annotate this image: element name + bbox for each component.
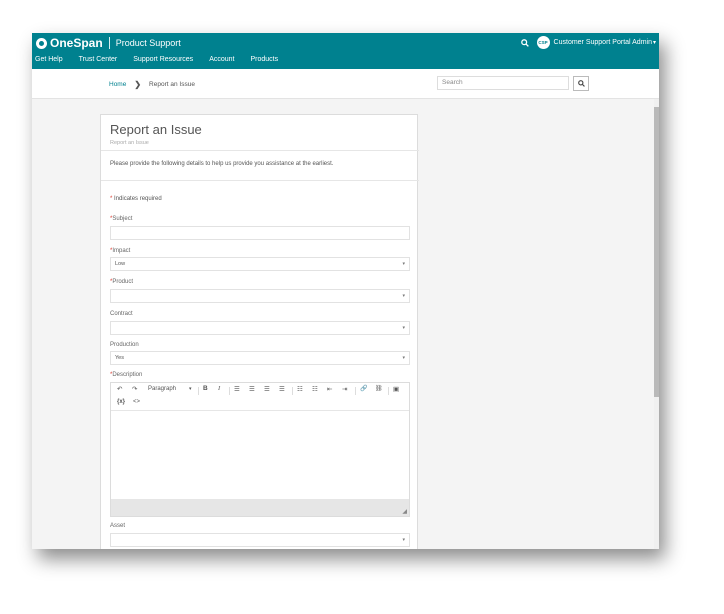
- contract-select[interactable]: ▾: [110, 321, 410, 335]
- form-description: Please provide the following details to …: [110, 161, 334, 167]
- required-mark: *: [110, 196, 113, 202]
- bold-icon[interactable]: B: [203, 385, 208, 392]
- paragraph-format-select[interactable]: Paragraph: [148, 386, 176, 392]
- editor-statusbar: ◢: [111, 499, 409, 516]
- subject-label: *Subject: [110, 216, 132, 222]
- production-value: Yes: [115, 355, 124, 361]
- page-title: Report an Issue: [110, 122, 202, 137]
- nav-account[interactable]: Account: [209, 56, 234, 63]
- subject-input[interactable]: [110, 226, 410, 240]
- chevron-down-icon[interactable]: ▾: [653, 39, 656, 46]
- chevron-down-icon: ▾: [402, 355, 405, 361]
- resize-handle-icon[interactable]: ◢: [402, 508, 407, 515]
- asset-label: Asset: [110, 523, 126, 529]
- chevron-right-icon: ❯: [134, 80, 142, 89]
- unlink-icon[interactable]: ⛓: [375, 385, 383, 392]
- product-support-title: Product Support: [115, 38, 181, 48]
- nav-get-help[interactable]: Get Help: [35, 56, 63, 63]
- align-left-icon[interactable]: ☰: [234, 385, 240, 393]
- description-label: *Description: [110, 372, 142, 378]
- numbered-list-icon[interactable]: ☷: [312, 385, 318, 393]
- breadcrumb-current: Report an Issue: [149, 81, 195, 88]
- code-icon[interactable]: <>: [133, 399, 140, 405]
- editor-toolbar: ↶ ↷ Paragraph ▾ B I ☰ ☰ ☰ ☰ ☷ ☷ ⇤ ⇥ 🔗 ⛓: [111, 383, 409, 411]
- search-icon[interactable]: [519, 37, 531, 49]
- undo-icon[interactable]: ↶: [117, 385, 122, 393]
- align-justify-icon[interactable]: ☰: [279, 385, 285, 393]
- impact-label-text: Impact: [112, 248, 131, 254]
- bullet-list-icon[interactable]: ☷: [297, 385, 303, 393]
- toolbar-divider: [229, 387, 230, 395]
- production-select[interactable]: Yes ▾: [110, 351, 410, 365]
- chevron-down-icon[interactable]: ▾: [189, 386, 192, 392]
- main-nav: Get Help Trust Center Support Resources …: [32, 56, 294, 63]
- align-center-icon[interactable]: ☰: [249, 385, 255, 393]
- top-navigation-bar: OneSpan Product Support CSP Customer Sup…: [32, 33, 659, 69]
- asset-select[interactable]: ▾: [110, 533, 410, 547]
- toolbar-divider: [292, 387, 293, 395]
- impact-select[interactable]: Low ▾: [110, 257, 410, 271]
- product-label: *Product: [110, 279, 133, 285]
- report-issue-form: Report an Issue Report an Issue Please p…: [100, 114, 419, 549]
- breadcrumb: Home ❯ Report an Issue: [109, 80, 195, 89]
- description-editor: ↶ ↷ Paragraph ▾ B I ☰ ☰ ☰ ☰ ☷ ☷ ⇤ ⇥ 🔗 ⛓: [110, 382, 410, 517]
- toolbar-divider: [388, 387, 389, 395]
- chevron-down-icon: ▾: [402, 261, 405, 267]
- outdent-icon[interactable]: ⇤: [327, 385, 332, 393]
- brand-name: OneSpan: [50, 36, 103, 50]
- align-right-icon[interactable]: ☰: [264, 385, 270, 393]
- impact-label: *Impact: [110, 248, 130, 254]
- page-scrollbar-thumb[interactable]: [654, 107, 659, 397]
- logo-divider: [108, 37, 110, 49]
- italic-icon[interactable]: I: [218, 385, 220, 392]
- browser-frame: OneSpan Product Support CSP Customer Sup…: [32, 33, 659, 549]
- product-select[interactable]: ▾: [110, 289, 410, 303]
- header-actions: CSP Customer Support Portal Admin ▾: [519, 36, 656, 49]
- nav-trust-center[interactable]: Trust Center: [79, 56, 118, 63]
- user-menu[interactable]: Customer Support Portal Admin: [554, 39, 652, 46]
- description-textarea[interactable]: [111, 411, 409, 499]
- required-note-text: Indicates required: [114, 196, 162, 202]
- image-icon[interactable]: ▣: [393, 385, 399, 393]
- page-subtitle: Report an Issue: [110, 140, 149, 146]
- toolbar-divider: [198, 387, 199, 395]
- user-avatar[interactable]: CSP: [536, 36, 550, 49]
- breadcrumb-bar: Home ❯ Report an Issue Search: [32, 69, 659, 99]
- chevron-down-icon: ▾: [402, 293, 405, 299]
- subject-label-text: Subject: [112, 216, 133, 222]
- variable-icon[interactable]: {x}: [117, 399, 125, 405]
- contract-label: Contract: [110, 311, 133, 317]
- search-icon: [577, 80, 585, 87]
- nav-products[interactable]: Products: [250, 56, 278, 63]
- description-label-text: Description: [112, 372, 143, 378]
- search-input[interactable]: Search: [437, 76, 569, 90]
- search-button[interactable]: [573, 76, 589, 91]
- link-icon[interactable]: 🔗: [360, 385, 367, 392]
- onespan-logo[interactable]: OneSpan Product Support: [36, 36, 181, 50]
- toolbar-divider: [355, 387, 356, 395]
- product-label-text: Product: [112, 279, 134, 285]
- nav-support-resources[interactable]: Support Resources: [133, 56, 193, 63]
- chevron-down-icon: ▾: [402, 325, 405, 331]
- chevron-down-icon: ▾: [402, 537, 405, 543]
- indent-icon[interactable]: ⇥: [342, 385, 347, 393]
- impact-value: Low: [115, 261, 126, 267]
- breadcrumb-home[interactable]: Home: [109, 81, 126, 88]
- divider: [101, 150, 419, 151]
- divider: [101, 180, 419, 181]
- redo-icon[interactable]: ↷: [132, 385, 137, 393]
- onespan-logo-icon: [36, 37, 47, 49]
- production-label: Production: [110, 342, 139, 348]
- required-note: * Indicates required: [110, 196, 162, 202]
